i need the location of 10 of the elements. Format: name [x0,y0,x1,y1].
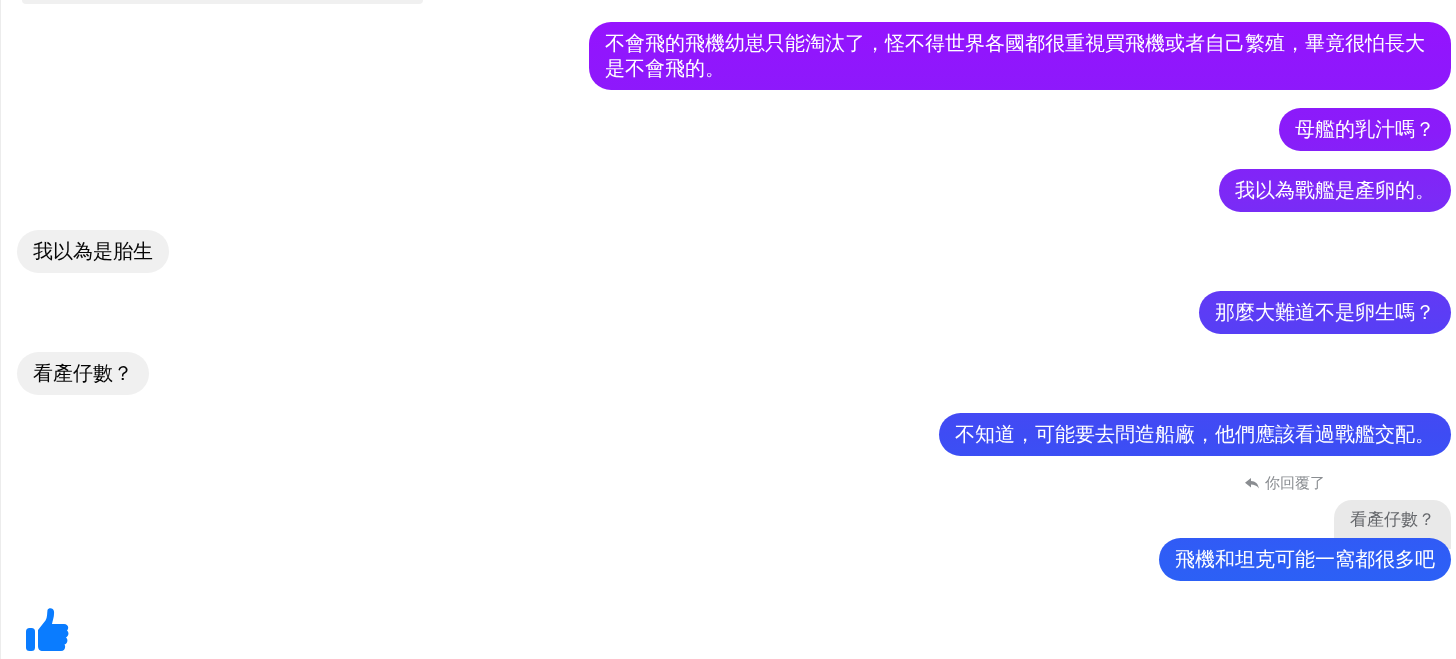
message-bubble: 不知道，可能要去問造船廠，他們應該看過戰艦交配。 [939,413,1451,456]
message-bubble: 那麼大難道不是卵生嗎？ [1199,291,1451,334]
message-bubble: 不會飛的飛機幼崽只能淘汰了，怪不得世界各國都很重視買飛機或者自己繁殖，畢竟很怕長大是不會飛的。 [589,22,1451,90]
message-bubble: 母艦的乳汁嗎？ [1279,108,1451,151]
message-bubble: 我以為是胎生 [17,230,169,273]
reply-arrow-icon [1245,477,1259,489]
reply-label: 你回覆了 [1265,474,1325,492]
message-bubble: 看產仔數？ [17,352,149,395]
message-bubble: 飛機和坦克可能一窩都很多吧 [1159,538,1451,581]
message-bubble: 我以為戰艦是產卵的。 [1219,169,1451,212]
